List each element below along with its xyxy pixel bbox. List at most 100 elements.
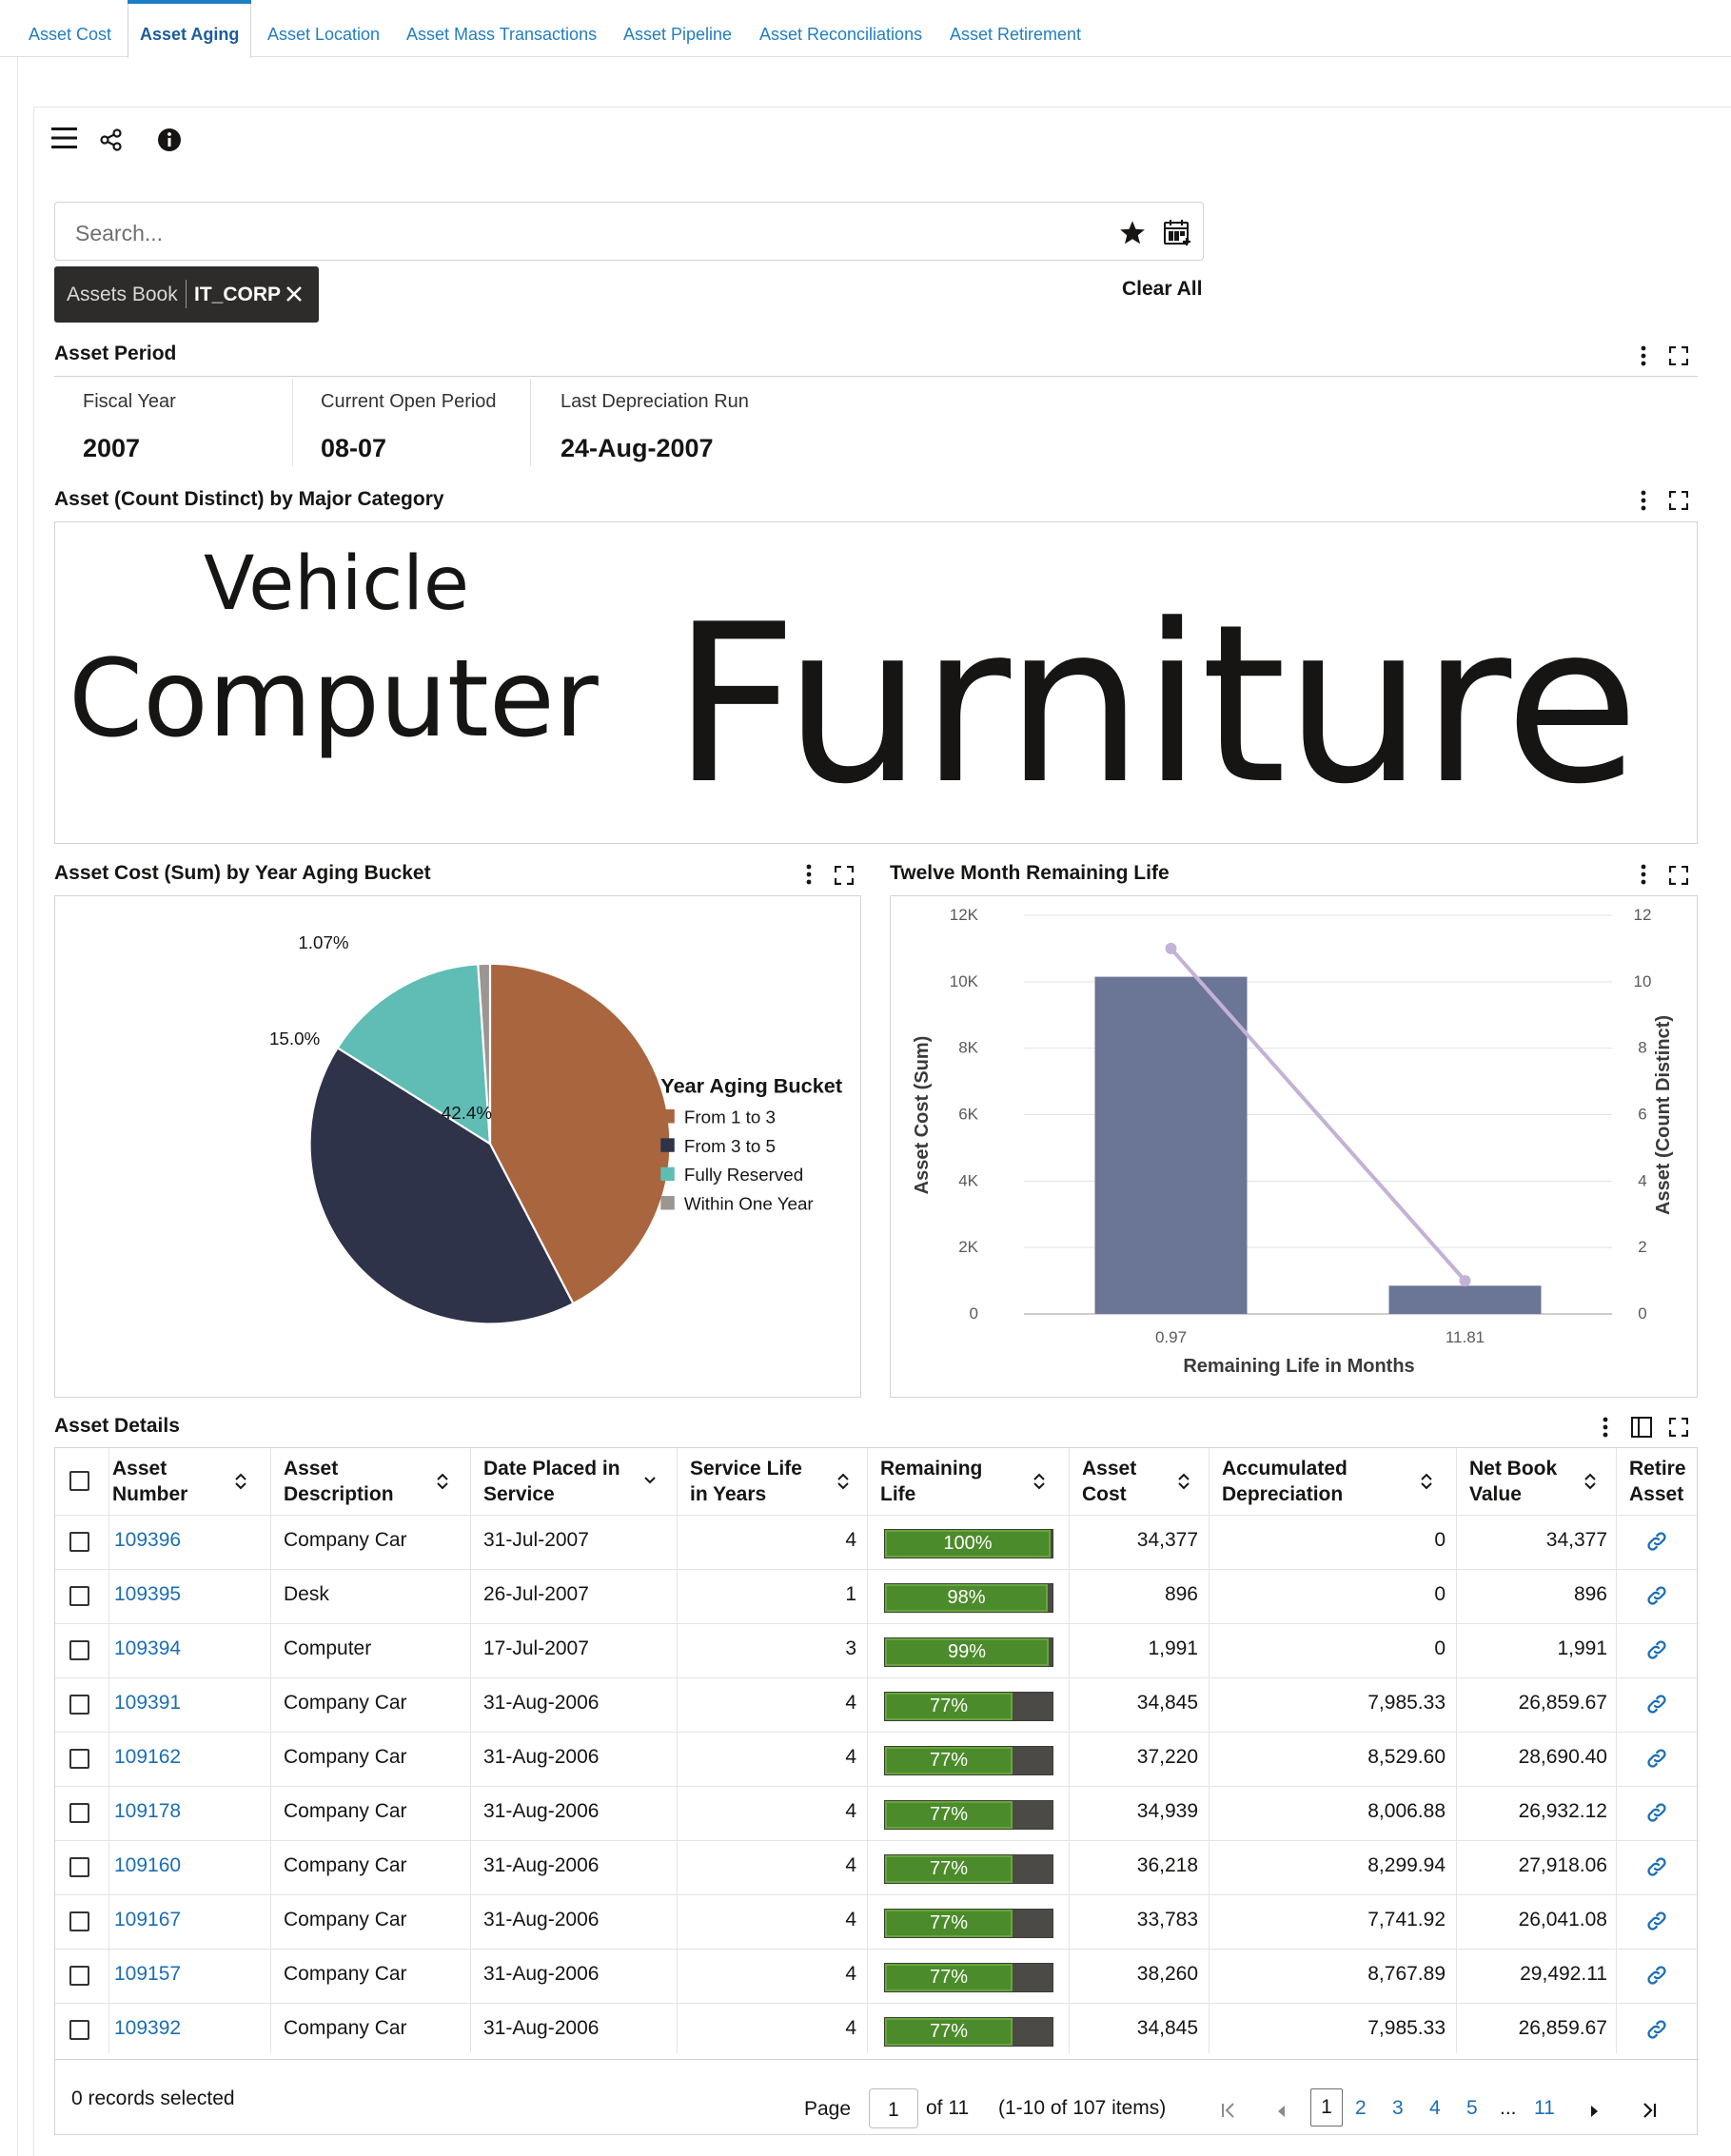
sort-icon[interactable] bbox=[1033, 1472, 1046, 1491]
kebab-icon[interactable] bbox=[1603, 1416, 1608, 1439]
tag-word-vehicle[interactable]: Vehicle bbox=[204, 547, 469, 621]
row-checkbox[interactable] bbox=[69, 1911, 89, 1931]
link-icon[interactable] bbox=[1645, 1693, 1668, 1715]
share-icon[interactable] bbox=[99, 127, 124, 157]
expand-icon[interactable] bbox=[1669, 1418, 1688, 1437]
page-button[interactable]: 11 bbox=[1534, 2097, 1555, 2120]
link-icon[interactable] bbox=[1645, 1584, 1668, 1607]
select-all-checkbox[interactable] bbox=[69, 1471, 89, 1491]
asset-number-link[interactable]: 109396 bbox=[114, 1529, 181, 1552]
page-button[interactable]: 5 bbox=[1466, 2097, 1478, 2120]
expand-icon[interactable] bbox=[835, 866, 854, 885]
last-page-icon[interactable] bbox=[1641, 2102, 1658, 2119]
column-header-service-life[interactable]: Service Life in Years bbox=[690, 1448, 866, 1515]
expand-icon[interactable] bbox=[1669, 866, 1688, 885]
row-checkbox[interactable] bbox=[69, 1640, 89, 1660]
page-button-current[interactable]: 1 bbox=[1310, 2088, 1343, 2127]
column-header-asset-cost[interactable]: Asset Cost bbox=[1082, 1448, 1206, 1515]
link-icon[interactable] bbox=[1645, 1964, 1668, 1987]
table-row[interactable]: 109394 Computer 17-Jul-2007 3 99% 1,991 0 1,991 bbox=[55, 1623, 1699, 1677]
link-icon[interactable] bbox=[1645, 1855, 1668, 1878]
sort-icon[interactable] bbox=[1583, 1472, 1597, 1491]
row-checkbox[interactable] bbox=[69, 2020, 89, 2040]
asset-number-link[interactable]: 109167 bbox=[114, 1909, 181, 1931]
sort-icon[interactable] bbox=[436, 1472, 449, 1491]
tab-asset-pipeline[interactable]: Asset Pipeline bbox=[623, 0, 732, 57]
table-row[interactable]: 109162 Company Car 31-Aug-2006 4 77% 37,220 8,… bbox=[55, 1732, 1699, 1786]
asset-number-link[interactable]: 109391 bbox=[114, 1692, 181, 1715]
filter-chip[interactable]: Assets Book IT_CORP bbox=[54, 266, 319, 323]
link-icon[interactable] bbox=[1645, 1530, 1668, 1553]
sort-icon[interactable] bbox=[1177, 1472, 1190, 1491]
close-icon[interactable] bbox=[285, 285, 303, 308]
tab-asset-aging[interactable]: Asset Aging bbox=[128, 0, 252, 58]
legend-label[interactable]: From 3 to 5 bbox=[684, 1136, 776, 1156]
page-button[interactable]: 2 bbox=[1355, 2097, 1367, 2120]
link-icon[interactable] bbox=[1645, 2018, 1668, 2041]
expand-icon[interactable] bbox=[1669, 346, 1688, 365]
row-checkbox[interactable] bbox=[69, 1803, 89, 1823]
tag-word-furniture[interactable]: Furniture bbox=[672, 597, 1640, 815]
column-header-accumulated-depreciation[interactable]: Accumulated Depreciation bbox=[1222, 1448, 1450, 1515]
sort-icon[interactable] bbox=[1420, 1472, 1433, 1491]
clear-all-button[interactable]: Clear All bbox=[1122, 278, 1202, 301]
expand-icon[interactable] bbox=[1669, 491, 1688, 510]
asset-number-link[interactable]: 109395 bbox=[114, 1583, 181, 1606]
line-point[interactable] bbox=[1165, 942, 1177, 954]
table-row[interactable]: 109167 Company Car 31-Aug-2006 4 77% 33,783 7,… bbox=[55, 1894, 1699, 1949]
calendar-icon[interactable] bbox=[1163, 219, 1191, 251]
info-icon[interactable] bbox=[157, 127, 182, 157]
tab-asset-location[interactable]: Asset Location bbox=[267, 0, 380, 57]
row-checkbox[interactable] bbox=[69, 1749, 89, 1769]
first-page-icon[interactable] bbox=[1220, 2102, 1237, 2119]
kebab-icon[interactable] bbox=[1641, 489, 1646, 512]
asset-number-link[interactable]: 109157 bbox=[114, 1963, 181, 1986]
link-icon[interactable] bbox=[1645, 1801, 1668, 1824]
legend-label[interactable]: From 1 to 3 bbox=[684, 1107, 776, 1127]
next-page-icon[interactable] bbox=[1590, 2105, 1600, 2118]
legend-label[interactable]: Within One Year bbox=[684, 1193, 814, 1213]
sort-icon[interactable] bbox=[836, 1472, 850, 1491]
page-button[interactable]: 3 bbox=[1392, 2097, 1404, 2120]
chevron-down-icon[interactable] bbox=[643, 1475, 657, 1486]
tab-asset-reconciliations[interactable]: Asset Reconciliations bbox=[759, 0, 922, 57]
prev-page-icon[interactable] bbox=[1276, 2105, 1286, 2118]
legend-label[interactable]: Fully Reserved bbox=[684, 1165, 803, 1185]
table-row[interactable]: 109157 Company Car 31-Aug-2006 4 77% 38,260 8,… bbox=[55, 1949, 1699, 2003]
link-icon[interactable] bbox=[1645, 1910, 1668, 1932]
page-input[interactable]: 1 bbox=[869, 2088, 918, 2128]
tab-asset-mass-transactions[interactable]: Asset Mass Transactions bbox=[406, 0, 597, 57]
kebab-icon[interactable] bbox=[1641, 863, 1646, 886]
asset-number-link[interactable]: 109392 bbox=[114, 2017, 181, 2040]
table-row[interactable]: 109178 Company Car 31-Aug-2006 4 77% 34,939 8,… bbox=[55, 1786, 1699, 1840]
link-icon[interactable] bbox=[1645, 1638, 1668, 1661]
row-checkbox[interactable] bbox=[69, 1532, 89, 1552]
asset-number-link[interactable]: 109394 bbox=[114, 1637, 181, 1660]
sort-icon[interactable] bbox=[234, 1472, 247, 1491]
search-input[interactable]: Search... bbox=[54, 202, 1204, 261]
column-header-net-book-value[interactable]: Net Book Value bbox=[1469, 1448, 1612, 1515]
page-button[interactable]: 4 bbox=[1429, 2097, 1441, 2120]
tab-asset-cost[interactable]: Asset Cost bbox=[29, 0, 111, 57]
row-checkbox[interactable] bbox=[69, 1586, 89, 1606]
line-point[interactable] bbox=[1459, 1275, 1471, 1287]
table-row[interactable]: 109160 Company Car 31-Aug-2006 4 77% 36,218 8,… bbox=[55, 1840, 1699, 1894]
bar[interactable] bbox=[1388, 1285, 1542, 1314]
tag-word-computer[interactable]: Computer bbox=[69, 646, 599, 753]
star-icon[interactable] bbox=[1119, 220, 1146, 250]
column-header-remaining-life[interactable]: Remaining Life bbox=[880, 1448, 1061, 1515]
row-checkbox[interactable] bbox=[69, 1966, 89, 1986]
asset-number-link[interactable]: 109178 bbox=[114, 1800, 181, 1823]
row-checkbox[interactable] bbox=[69, 1695, 89, 1715]
table-row[interactable]: 109396 Company Car 31-Jul-2007 4 100% 34,377 0… bbox=[55, 1515, 1699, 1569]
column-header-date-placed-in-service[interactable]: Date Placed in Service bbox=[483, 1448, 674, 1515]
column-header-asset-description[interactable]: Asset Description bbox=[284, 1448, 464, 1515]
column-icon[interactable] bbox=[1631, 1417, 1652, 1438]
hamburger-icon[interactable] bbox=[51, 126, 78, 155]
table-row[interactable]: 109391 Company Car 31-Aug-2006 4 77% 34,845 7,… bbox=[55, 1677, 1699, 1732]
link-icon[interactable] bbox=[1645, 1747, 1668, 1770]
bar[interactable] bbox=[1094, 976, 1248, 1314]
asset-number-link[interactable]: 109162 bbox=[114, 1746, 181, 1769]
table-row[interactable]: 109395 Desk 26-Jul-2007 1 98% 896 0 896 bbox=[55, 1569, 1699, 1623]
column-header-asset-number[interactable]: Asset Number bbox=[112, 1448, 265, 1515]
